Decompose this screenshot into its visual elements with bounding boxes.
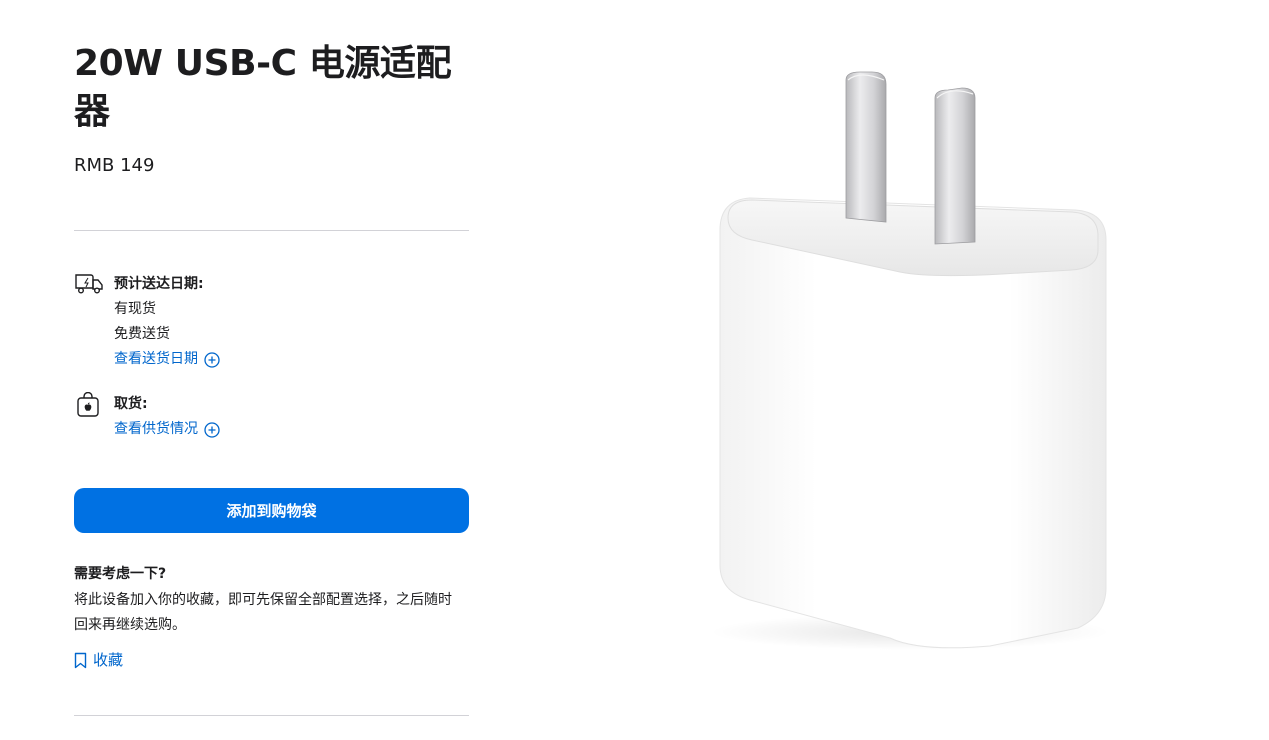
save-label: 收藏	[93, 651, 124, 669]
product-image	[680, 40, 1140, 680]
divider	[74, 230, 469, 231]
check-availability-link[interactable]: 查看供货情况	[114, 417, 220, 442]
pickup-heading: 取货:	[114, 396, 148, 412]
pickup-section: 取货: 查看供货情况	[74, 391, 469, 452]
delivery-info: 预计送达日期: 有现货 免费送货 查看送货日期	[114, 272, 220, 372]
apple-store-bag-icon	[74, 391, 106, 420]
consider-description: 将此设备加入你的收藏，即可先保留全部配置选择，之后随时回来再继续选购。	[74, 592, 452, 633]
add-to-bag-button[interactable]: 添加到购物袋	[74, 488, 469, 533]
delivery-section: 预计送达日期: 有现货 免费送货 查看送货日期	[74, 272, 469, 372]
product-title: 20W USB-C 电源适配器	[74, 43, 452, 132]
divider	[74, 715, 469, 716]
save-to-favorites-link[interactable]: 收藏	[74, 649, 123, 671]
shipping-info: 免费送货	[114, 326, 170, 342]
bookmark-icon	[74, 652, 87, 668]
plus-circle-icon	[204, 421, 220, 438]
delivery-heading: 预计送达日期:	[114, 276, 204, 292]
power-adapter-illustration	[710, 71, 1110, 650]
view-delivery-dates-link[interactable]: 查看送货日期	[114, 347, 220, 372]
delivery-truck-icon	[74, 272, 106, 300]
product-price: RMB 149	[74, 155, 155, 176]
check-availability-label: 查看供货情况	[114, 421, 198, 437]
stock-status: 有现货	[114, 301, 156, 317]
consider-heading: 需要考虑一下?	[74, 566, 167, 582]
pickup-info: 取货: 查看供货情况	[114, 392, 220, 442]
plus-circle-icon	[204, 351, 220, 368]
view-delivery-dates-label: 查看送货日期	[114, 351, 198, 367]
